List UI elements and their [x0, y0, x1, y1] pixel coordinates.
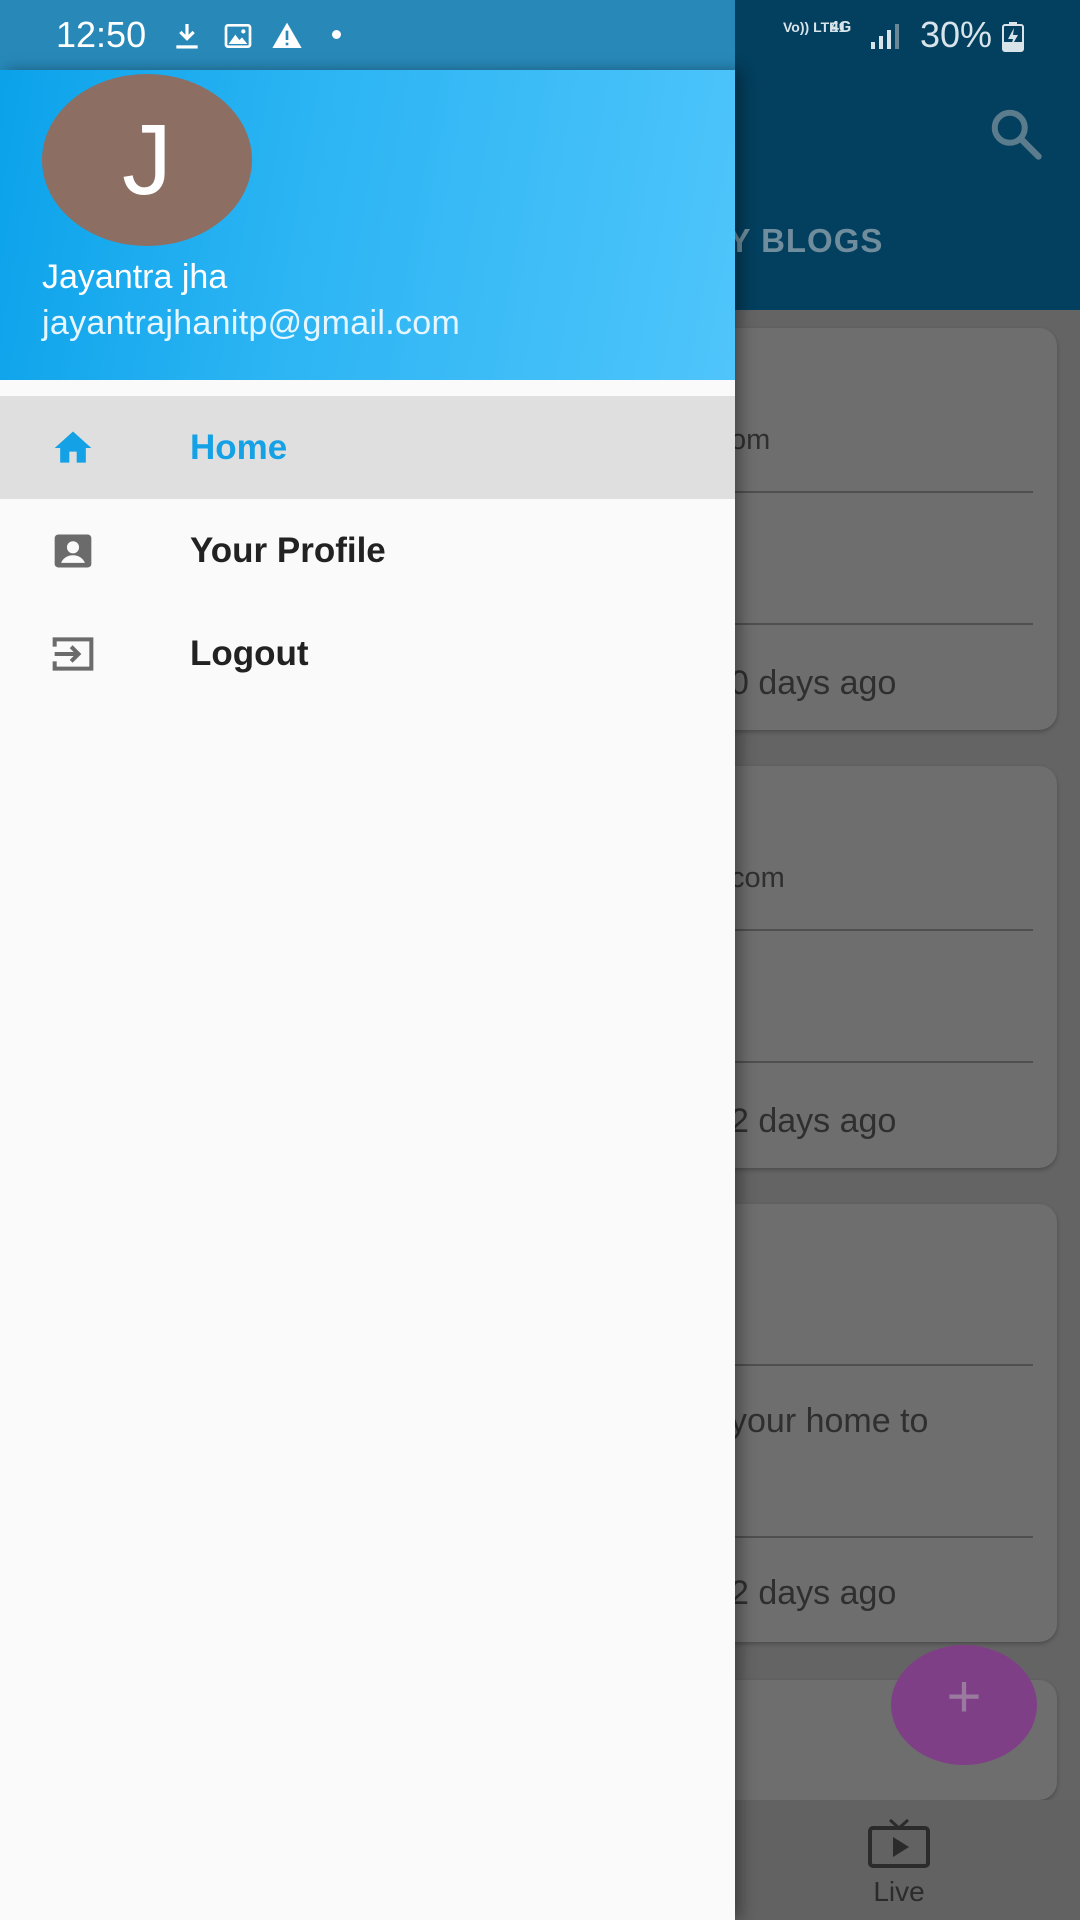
logout-icon — [52, 637, 94, 671]
divider — [700, 491, 1033, 493]
menu-item-label: Your Profile — [190, 531, 386, 570]
drawer-menu: Home Your Profile Logout — [0, 396, 735, 705]
blog-card[interactable]: om 0 days ago — [700, 328, 1057, 730]
card-timestamp: 2 days ago — [730, 1574, 897, 1612]
divider — [700, 929, 1033, 931]
user-name: Jayantra jha — [42, 258, 228, 296]
card-text: your home to — [730, 1402, 929, 1440]
status-bar-right — [735, 0, 1080, 70]
menu-item-home[interactable]: Home — [0, 396, 735, 499]
signal-icon — [871, 24, 899, 49]
search-icon[interactable] — [986, 104, 1046, 164]
card-timestamp: 0 days ago — [730, 664, 897, 702]
navigation-drawer: J Jayantra jha jayantrajhanitp@gmail.com… — [0, 70, 735, 1920]
drawer-header: J Jayantra jha jayantrajhanitp@gmail.com — [0, 70, 735, 380]
home-icon — [54, 431, 92, 463]
warning-icon — [272, 22, 302, 48]
account-box-icon — [54, 534, 92, 568]
menu-item-label: Logout — [190, 634, 309, 673]
bottom-nav-live-label[interactable]: Live — [868, 1876, 930, 1908]
image-icon — [224, 24, 252, 48]
status-bar: 12:50 Vo)) LTE1 4G 30% — [0, 0, 1080, 70]
network-type: 4G — [830, 19, 852, 36]
menu-item-your-profile[interactable]: Your Profile — [0, 499, 735, 602]
divider — [700, 1536, 1033, 1538]
screen: MY BLOGS om 0 days ago com 2 days ago yo… — [0, 0, 1080, 1920]
status-time: 12:50 — [56, 14, 147, 55]
add-blog-button[interactable]: + — [891, 1645, 1037, 1765]
divider — [700, 1364, 1033, 1366]
live-tv-icon[interactable] — [868, 1818, 930, 1868]
menu-item-label: Home — [190, 428, 288, 467]
card-timestamp: 2 days ago — [730, 1102, 897, 1140]
battery-charging-icon — [1002, 22, 1024, 52]
add-icon: + — [946, 1663, 982, 1730]
menu-item-logout[interactable]: Logout — [0, 602, 735, 705]
user-email: jayantrajhanitp@gmail.com — [42, 304, 461, 342]
blog-card[interactable]: com 2 days ago — [700, 766, 1057, 1168]
battery-percent: 30% — [920, 14, 993, 55]
card-text: com — [730, 862, 785, 894]
notification-dot-icon — [332, 30, 341, 39]
avatar[interactable]: J — [42, 74, 252, 246]
divider — [700, 1061, 1033, 1063]
divider — [700, 623, 1033, 625]
download-icon — [176, 24, 198, 49]
blog-card[interactable]: your home to 2 days ago — [700, 1204, 1057, 1642]
card-text: om — [730, 424, 771, 456]
